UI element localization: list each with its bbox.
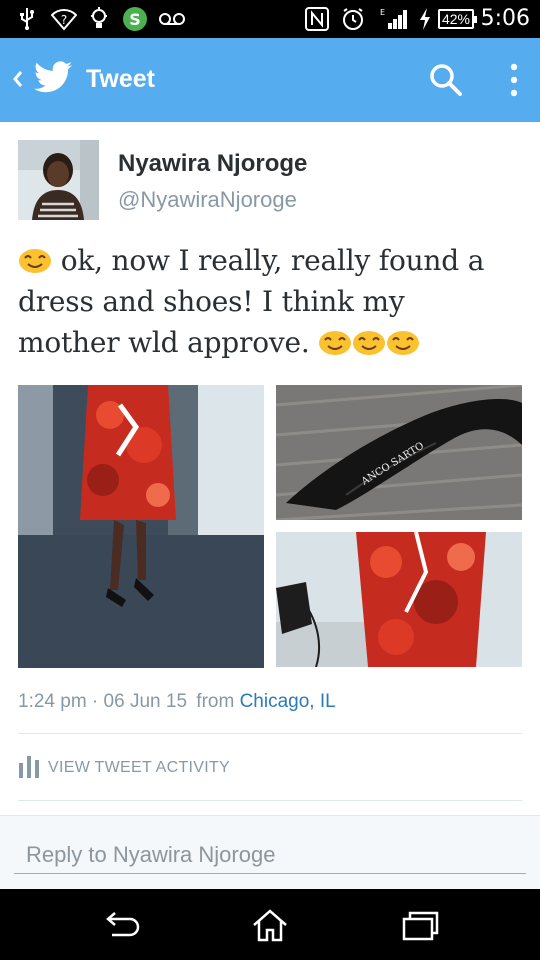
wifi-question-icon: ? bbox=[50, 6, 78, 32]
tweet-line-1: ok, now I really, really found a bbox=[18, 240, 523, 281]
tweet-line-3-text: mother wld approve. bbox=[18, 326, 319, 359]
author-name[interactable]: Nyawira Njoroge bbox=[118, 148, 307, 180]
smiling-face-emoji bbox=[318, 326, 352, 355]
svg-text:S: S bbox=[129, 10, 141, 29]
dollar-app-icon: S bbox=[122, 6, 148, 32]
app-bar: Tweet bbox=[0, 38, 540, 122]
alarm-icon bbox=[340, 6, 366, 32]
signal-icon: E bbox=[380, 6, 410, 32]
from-label: from bbox=[196, 691, 235, 712]
smiling-face-emoji bbox=[352, 326, 386, 355]
nfc-icon bbox=[304, 6, 330, 32]
date-separator: · bbox=[86, 691, 104, 712]
svg-text:?: ? bbox=[61, 13, 67, 27]
status-time: 5:06 bbox=[480, 6, 530, 31]
activity-label: VIEW TWEET ACTIVITY bbox=[48, 759, 231, 776]
author-handle[interactable]: @NyawiraNjoroge bbox=[118, 186, 297, 214]
back-chevron-icon[interactable] bbox=[8, 64, 28, 94]
reply-input[interactable] bbox=[14, 836, 526, 874]
reply-bar bbox=[0, 815, 540, 890]
svg-text:E: E bbox=[380, 8, 385, 17]
twitter-bird-icon[interactable] bbox=[34, 60, 72, 94]
view-tweet-activity-button[interactable]: VIEW TWEET ACTIVITY bbox=[18, 750, 230, 786]
search-icon[interactable] bbox=[428, 62, 464, 98]
tweet-text: ok, now I really, really found a dress a… bbox=[18, 240, 523, 363]
bulb-icon bbox=[88, 6, 110, 32]
smiling-face-emoji bbox=[386, 326, 420, 355]
usb-icon bbox=[16, 6, 38, 32]
divider bbox=[18, 733, 522, 734]
avatar[interactable] bbox=[18, 140, 99, 220]
home-nav-icon[interactable] bbox=[250, 907, 290, 943]
bar-chart-icon bbox=[18, 754, 40, 783]
photo-dress-hallway[interactable] bbox=[18, 385, 264, 668]
tweet-line-3: mother wld approve. bbox=[18, 322, 523, 363]
photo-dress-closeup[interactable] bbox=[276, 532, 522, 667]
charging-icon bbox=[416, 6, 434, 32]
page-title: Tweet bbox=[86, 65, 155, 93]
navigation-bar bbox=[0, 889, 540, 960]
tweet-line-2: dress and shoes! I think my bbox=[18, 285, 405, 318]
smiling-face-emoji bbox=[18, 244, 52, 273]
recents-nav-icon[interactable] bbox=[400, 907, 440, 943]
overflow-menu-icon[interactable] bbox=[500, 60, 528, 100]
location-link[interactable]: Chicago, IL bbox=[240, 691, 336, 712]
photo-black-shoe[interactable]: ANCO SARTO bbox=[276, 385, 522, 520]
voicemail-icon bbox=[158, 6, 186, 32]
tweet-date: 06 Jun 15 bbox=[103, 691, 188, 712]
tweet-line-1-text: ok, now I really, really found a bbox=[52, 244, 485, 277]
tweet-time: 1:24 pm bbox=[18, 691, 87, 712]
back-nav-icon[interactable] bbox=[102, 907, 142, 943]
divider bbox=[18, 800, 522, 801]
status-bar: ? S E 42% 5:06 bbox=[0, 0, 540, 38]
tweet-meta: 1:24 pm · 06 Jun 15 from Chicago, IL bbox=[18, 688, 336, 716]
battery-icon: 42% bbox=[438, 9, 477, 29]
